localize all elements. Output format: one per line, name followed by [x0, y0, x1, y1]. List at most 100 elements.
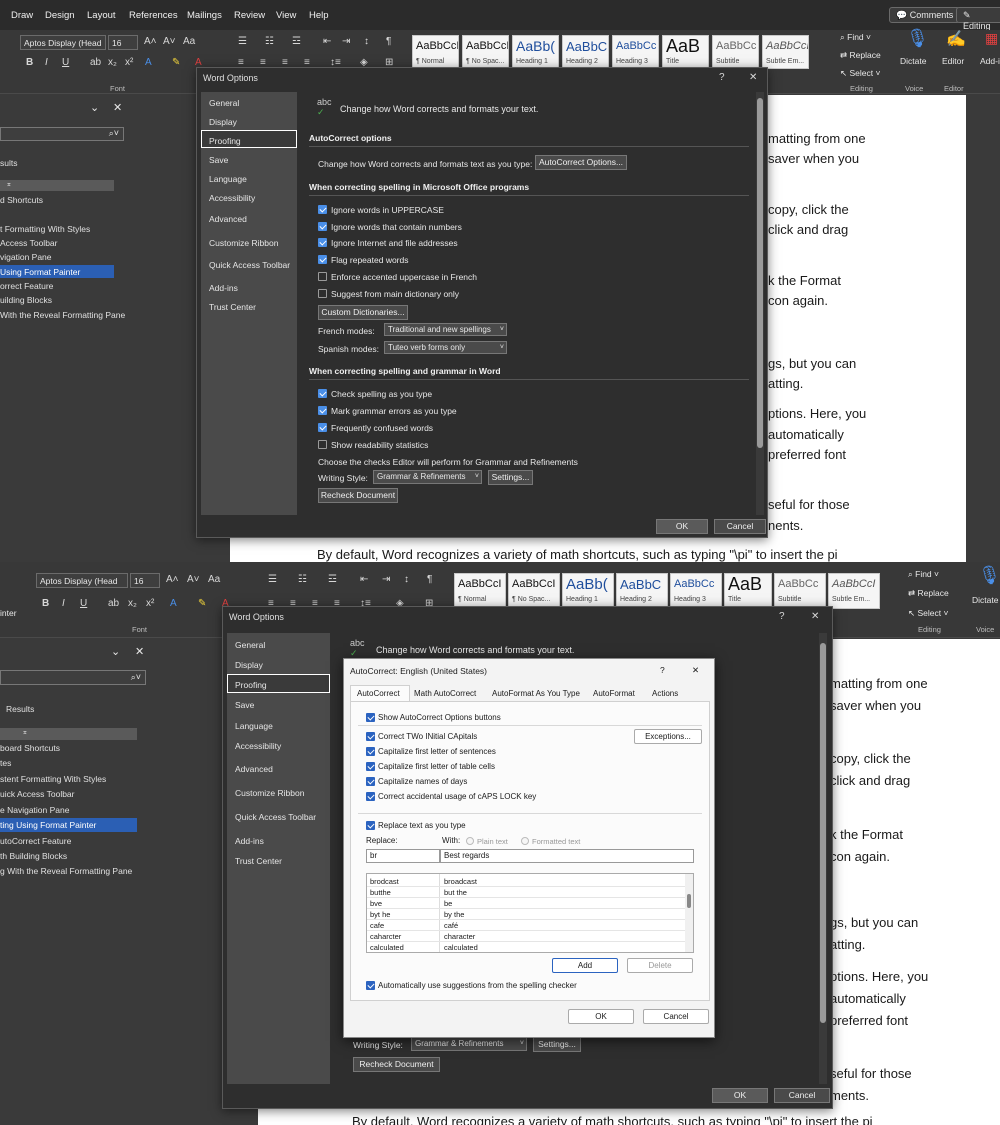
sidebar-item-customize-ribbon[interactable]: Customize Ribbon [235, 788, 304, 798]
bold-icon[interactable]: B [26, 57, 33, 68]
sidebar-item-advanced[interactable]: Advanced [209, 214, 247, 224]
chevron-down-icon[interactable]: ⌄ [90, 101, 99, 114]
flag-repeated-checkbox[interactable] [318, 255, 327, 264]
bold-icon[interactable]: B [42, 598, 49, 609]
style-subtle-emphasis[interactable]: AaBbCcI Subtle Em... [762, 35, 809, 69]
sidebar-item-proofing[interactable]: Proofing [209, 136, 241, 146]
nav-item[interactable]: board Shortcuts [0, 743, 60, 753]
style-normal[interactable]: AaBbCcI ¶ Normal [412, 35, 459, 69]
two-initial-caps-checkbox[interactable] [366, 732, 375, 741]
add-button[interactable]: Add [552, 958, 618, 973]
case-icon[interactable]: Aa [208, 574, 220, 585]
increase-indent-icon[interactable]: ⇥ [382, 574, 390, 585]
strikethrough-icon[interactable]: ab [108, 598, 119, 609]
close-icon[interactable]: ✕ [135, 645, 144, 658]
ok-button[interactable]: OK [712, 1088, 768, 1103]
increase-indent-icon[interactable]: ⇥ [342, 36, 350, 47]
tab-autoformat[interactable]: AutoFormat [593, 689, 635, 698]
strikethrough-icon[interactable]: ab [90, 57, 101, 68]
style-heading-3[interactable]: AaBbCc Heading 3 [670, 573, 722, 609]
nav-search-input[interactable]: ⌕˅ [0, 670, 146, 685]
highlight-icon[interactable]: ✎ [198, 598, 206, 609]
style-heading-3[interactable]: AaBbCc Heading 3 [612, 35, 659, 69]
underline-icon[interactable]: U [62, 57, 69, 68]
sidebar-item-quick-access[interactable]: Quick Access Toolbar [209, 260, 290, 270]
sidebar-item-customize-ribbon[interactable]: Customize Ribbon [209, 238, 278, 248]
find-button[interactable]: ⌕ Find ˅ [908, 569, 939, 580]
tab-mailings[interactable]: Mailings [187, 10, 222, 21]
cancel-button[interactable]: Cancel [714, 519, 766, 534]
close-icon[interactable]: ✕ [113, 101, 122, 114]
tab-help[interactable]: Help [309, 10, 329, 21]
capitalize-table-cells-checkbox[interactable] [366, 762, 375, 771]
nav-item-selected[interactable]: ting Using Format Painter [0, 818, 137, 832]
sidebar-item-addins[interactable]: Add-ins [209, 283, 238, 293]
tab-draw[interactable]: Draw [11, 10, 33, 21]
options-scrollbar[interactable] [819, 633, 827, 1084]
scroll-thumb[interactable] [757, 98, 763, 448]
style-subtle-emphasis[interactable]: AaBbCcI Subtle Em... [828, 573, 880, 609]
numbering-icon[interactable]: ☷ [265, 36, 274, 47]
sidebar-item-trust-center[interactable]: Trust Center [209, 302, 256, 312]
style-normal[interactable]: AaBbCcI ¶ Normal [454, 573, 506, 609]
settings-button[interactable]: Settings... [533, 1037, 581, 1052]
replace-input[interactable]: br [366, 849, 440, 863]
nav-item[interactable]: uick Access Toolbar [0, 789, 75, 799]
find-button[interactable]: ⌕ Find ˅ [840, 32, 871, 43]
sidebar-item-trust-center[interactable]: Trust Center [235, 856, 282, 866]
pilcrow-icon[interactable]: ¶ [427, 574, 432, 585]
list-item[interactable]: cafe café [367, 920, 693, 931]
list-item[interactable]: calculated calculated [367, 942, 693, 952]
style-title[interactable]: AaB Title [662, 35, 709, 69]
microphone-icon[interactable]: 🎙 [906, 28, 929, 49]
nav-item[interactable]: d Shortcuts [0, 195, 43, 205]
grow-font-icon[interactable]: A˄ [166, 574, 179, 585]
tab-math-autocorrect[interactable]: Math AutoCorrect [414, 689, 476, 698]
sidebar-item-quick-access[interactable]: Quick Access Toolbar [235, 812, 316, 822]
style-title[interactable]: AaB Title [724, 573, 772, 609]
nav-item[interactable]: stent Formatting With Styles [0, 774, 106, 784]
tab-autoformat-as-you-type[interactable]: AutoFormat As You Type [492, 689, 580, 698]
text-effects-icon[interactable]: A [145, 57, 152, 68]
highlight-icon[interactable]: ✎ [172, 57, 180, 68]
recheck-document-button[interactable]: Recheck Document [353, 1057, 440, 1072]
main-dictionary-checkbox[interactable] [318, 289, 327, 298]
close-icon[interactable]: ✕ [692, 665, 699, 676]
list-scrollbar[interactable] [685, 874, 693, 952]
decrease-indent-icon[interactable]: ⇤ [323, 36, 331, 47]
font-size-box[interactable]: 16 [108, 35, 138, 50]
settings-button[interactable]: Settings... [488, 470, 533, 485]
list-item[interactable]: bve be [367, 898, 693, 909]
font-name-box[interactable]: Aptos Display (Head [20, 35, 106, 50]
subscript-icon[interactable]: x₂ [108, 57, 117, 68]
french-modes-select[interactable]: Traditional and new spellings ˅ [384, 323, 507, 336]
sidebar-item-general[interactable]: General [209, 98, 239, 108]
style-heading-1[interactable]: AaBb(Heading 1 [562, 573, 614, 609]
grow-font-icon[interactable]: A˄ [144, 36, 157, 47]
ignore-numbers-checkbox[interactable] [318, 222, 327, 231]
comments-button[interactable]: 💬 Comments [889, 7, 961, 23]
tab-layout[interactable]: Layout [87, 10, 116, 21]
recheck-document-button[interactable]: Recheck Document [318, 488, 398, 503]
replace-button[interactable]: ⇄ Replace [840, 50, 881, 61]
case-icon[interactable]: Aa [183, 36, 195, 47]
exceptions-button[interactable]: Exceptions... [634, 729, 702, 744]
list-item[interactable]: caharcter character [367, 931, 693, 942]
nav-item-selected[interactable]: Using Format Painter [0, 265, 114, 278]
scroll-thumb[interactable] [820, 643, 826, 1023]
bullets-icon[interactable]: ☰ [238, 36, 247, 47]
sidebar-item-proofing[interactable]: Proofing [235, 680, 267, 690]
list-item[interactable]: byt he by the [367, 909, 693, 920]
options-scrollbar[interactable] [756, 92, 764, 515]
ignore-internet-checkbox[interactable] [318, 238, 327, 247]
capitalize-days-checkbox[interactable] [366, 777, 375, 786]
sidebar-item-advanced[interactable]: Advanced [235, 764, 273, 774]
delete-button[interactable]: Delete [627, 958, 693, 973]
style-subtitle[interactable]: AaBbCc Subtitle [712, 35, 759, 69]
tab-autocorrect[interactable]: AutoCorrect [357, 689, 400, 698]
style-heading-2[interactable]: AaBbC Heading 2 [562, 35, 609, 69]
tab-actions[interactable]: Actions [652, 689, 678, 698]
shrink-font-icon[interactable]: A˅ [163, 36, 176, 47]
plain-text-radio[interactable] [466, 837, 474, 845]
nav-item[interactable]: tes [0, 758, 11, 768]
